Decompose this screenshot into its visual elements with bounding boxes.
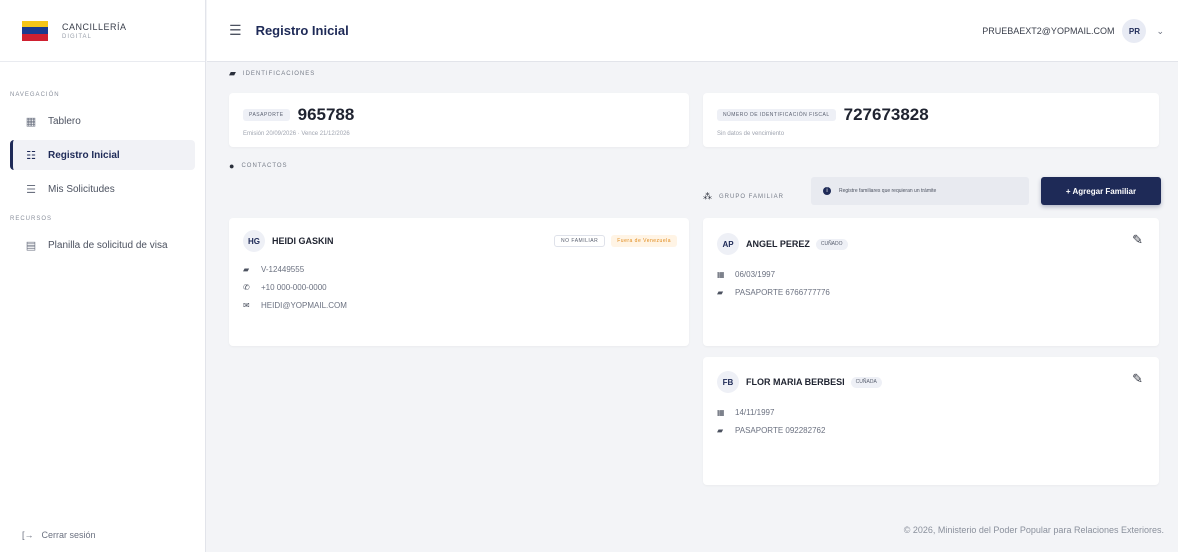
fiscal-number: 727673828 xyxy=(843,105,929,124)
document-icon: ▤ xyxy=(25,239,37,252)
list-icon: ☰ xyxy=(26,183,36,196)
member-doc: PASAPORTE 6766777776 xyxy=(735,287,830,297)
contact-phone-row: ✆ +10 000-000-0000 xyxy=(243,278,347,296)
relation-badge: CUÑADA xyxy=(850,376,882,388)
section-title: GRUPO FAMILIAR xyxy=(719,193,785,200)
member-avatar: FB xyxy=(717,371,739,393)
passport-card: PASAPORTE 965788 Emisión 20/09/2026 · Ve… xyxy=(229,93,689,147)
family-info-banner: i Registre familiares que requieran un t… xyxy=(811,177,1029,205)
id-icon: ▰ xyxy=(243,264,250,274)
contactos-heading: ● CONTACTOS xyxy=(229,161,288,171)
passport-chip: PASAPORTE xyxy=(243,109,290,121)
register-icon: ☷ xyxy=(26,149,36,162)
member-name: ANGEL PEREZ xyxy=(746,239,810,249)
relation-badge: CUÑADO xyxy=(815,238,848,250)
relation-chip: NO FAMILIAR xyxy=(554,235,606,247)
member-name: FLOR MARIA BERBESI xyxy=(746,377,845,387)
contact-id: V-12449555 xyxy=(261,264,305,274)
add-family-button[interactable]: + Agregar Familiar xyxy=(1041,177,1161,205)
member-doc-row: ▰ PASAPORTE 6766777776 xyxy=(717,283,830,301)
sidebar: CANCILLERÍA DIGITAL NAVEGACIÓN ▦ Tablero… xyxy=(0,0,206,552)
sidebar-item-registro-inicial[interactable]: ☷ Registro Inicial xyxy=(10,140,195,170)
sidebar-item-label: Tablero xyxy=(48,115,81,127)
contact-id-row: ▰ V-12449555 xyxy=(243,260,347,278)
calendar-icon: ▦ xyxy=(717,407,725,417)
group-icon: ⁂ xyxy=(703,191,713,201)
edit-icon[interactable]: ✎ xyxy=(1132,371,1143,387)
family-member-card: AP ANGEL PEREZ CUÑADO ✎ ▦ 06/03/1997 ▰ P… xyxy=(703,218,1159,346)
venezuela-flag-icon xyxy=(22,20,48,41)
fiscal-card: NÚMERO DE IDENTIFICACIÓN FISCAL 72767382… xyxy=(703,93,1159,147)
fiscal-note: Sin datos de vencimiento xyxy=(717,131,785,137)
menu-icon[interactable]: ☰ xyxy=(229,22,242,39)
edit-icon[interactable]: ✎ xyxy=(1132,232,1143,248)
brand-title: CANCILLERÍA xyxy=(62,21,127,32)
main-content: ▰ IDENTIFICACIONES PASAPORTE 965788 Emis… xyxy=(207,63,1178,552)
contact-phone: +10 000-000-0000 xyxy=(261,282,327,292)
passport-dates: Emisión 20/09/2026 · Vence 21/12/2026 xyxy=(243,131,350,137)
identificaciones-heading: ▰ IDENTIFICACIONES xyxy=(229,68,315,79)
page-title: Registro Inicial xyxy=(255,23,349,38)
grupo-familiar-heading: ⁂ GRUPO FAMILIAR xyxy=(703,191,784,202)
id-icon: ▰ xyxy=(717,287,724,297)
user-icon: ● xyxy=(229,161,236,171)
member-date: 14/11/1997 xyxy=(735,407,775,417)
sidebar-item-label: Planilla de solicitud de visa xyxy=(48,239,168,251)
sidebar-item-mis-solicitudes[interactable]: ☰ Mis Solicitudes xyxy=(10,174,195,204)
sidebar-item-tablero[interactable]: ▦ Tablero xyxy=(10,106,195,136)
passport-number: 965788 xyxy=(297,105,355,124)
resources-section-label: RECURSOS xyxy=(10,216,53,222)
brand-subtitle: DIGITAL xyxy=(62,33,92,40)
member-birth-row: ▦ 14/11/1997 xyxy=(717,403,825,421)
calendar-icon: ▦ xyxy=(717,269,725,279)
family-member-card: FB FLOR MARIA BERBESI CUÑADA ✎ ▦ 14/11/1… xyxy=(703,357,1159,485)
member-doc-row: ▰ PASAPORTE 092282762 xyxy=(717,421,825,439)
contact-card: HG HEIDI GASKIN NO FAMILIAR Fuera de Ven… xyxy=(229,218,689,346)
id-card-icon: ▰ xyxy=(229,68,237,78)
logout-icon: [→ xyxy=(22,530,34,540)
contact-avatar: HG xyxy=(243,230,265,252)
member-doc: PASAPORTE 092282762 xyxy=(735,425,826,435)
top-header: ☰ Registro Inicial PRUEBAEXT2@YOPMAIL.CO… xyxy=(207,0,1178,62)
sidebar-item-planilla-visa[interactable]: ▤ Planilla de solicitud de visa xyxy=(10,230,195,260)
info-text: Registre familiares que requieran un trá… xyxy=(839,188,937,194)
phone-icon: ✆ xyxy=(243,282,250,292)
sidebar-item-label: Mis Solicitudes xyxy=(48,183,115,195)
status-badge: Fuera de Venezuela xyxy=(611,235,677,247)
mail-icon: ✉ xyxy=(243,300,250,310)
member-date: 06/03/1997 xyxy=(735,269,776,279)
id-icon: ▰ xyxy=(717,425,724,435)
user-menu[interactable]: PRUEBAEXT2@YOPMAIL.COM PR ⌄ xyxy=(982,19,1164,43)
footer-copyright: © 2026, Ministerio del Poder Popular par… xyxy=(903,525,1164,535)
dashboard-icon: ▦ xyxy=(25,115,37,128)
contact-name: HEIDI GASKIN xyxy=(272,236,334,246)
user-email: PRUEBAEXT2@YOPMAIL.COM xyxy=(982,26,1115,36)
logout-button[interactable]: [→ Cerrar sesión xyxy=(22,530,96,540)
chevron-down-icon[interactable]: ⌄ xyxy=(1156,26,1164,37)
contact-email: HEIDI@YOPMAIL.COM xyxy=(261,300,347,310)
brand[interactable]: CANCILLERÍA DIGITAL xyxy=(0,0,205,62)
member-avatar: AP xyxy=(717,233,739,255)
logout-label: Cerrar sesión xyxy=(41,530,96,540)
info-icon: i xyxy=(823,187,831,195)
sidebar-item-label: Registro Inicial xyxy=(48,149,120,161)
member-birth-row: ▦ 06/03/1997 xyxy=(717,265,830,283)
contact-email-row: ✉ HEIDI@YOPMAIL.COM xyxy=(243,296,347,314)
section-title: CONTACTOS xyxy=(241,163,288,169)
section-title: IDENTIFICACIONES xyxy=(242,70,316,77)
fiscal-chip: NÚMERO DE IDENTIFICACIÓN FISCAL xyxy=(717,109,836,121)
avatar[interactable]: PR xyxy=(1122,19,1147,43)
nav-section-label: NAVEGACIÓN xyxy=(10,92,60,98)
